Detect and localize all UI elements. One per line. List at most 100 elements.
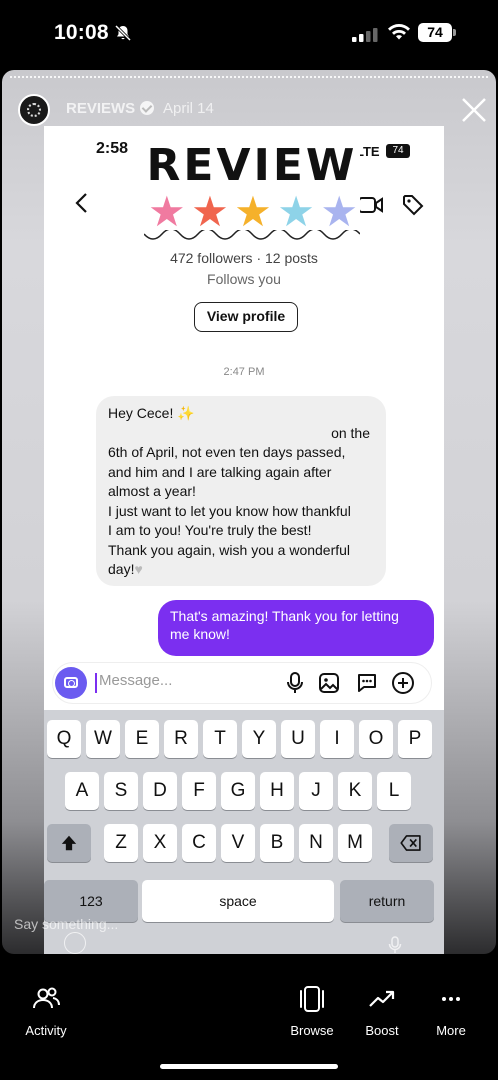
shift-arrow-icon [61, 835, 77, 851]
more-dots-icon [442, 997, 460, 1001]
home-indicator [160, 1064, 338, 1069]
microphone-icon[interactable] [388, 936, 402, 954]
key-u[interactable]: U [281, 720, 315, 758]
message-input[interactable]: Message... [99, 672, 172, 689]
key-y[interactable]: Y [242, 720, 276, 758]
view-profile-button[interactable]: View profile [194, 302, 298, 332]
key-n[interactable]: N [299, 824, 333, 862]
message-line: almost a year! [108, 483, 196, 499]
key-f[interactable]: F [182, 772, 216, 810]
trending-up-icon [369, 990, 395, 1007]
nav-label: Boost [365, 1023, 399, 1038]
tag-icon [403, 195, 424, 216]
story-reply-input[interactable]: Say something... [14, 916, 118, 932]
story-avatar[interactable] [18, 94, 50, 126]
follows-you-label: Follows you [207, 271, 281, 287]
inner-battery: 74 [386, 144, 410, 158]
key-s[interactable]: S [104, 772, 138, 810]
key-h[interactable]: H [260, 772, 294, 810]
video-call-icon [358, 197, 383, 213]
shift-key[interactable] [47, 824, 91, 862]
key-a[interactable]: A [65, 772, 99, 810]
key-p[interactable]: P [398, 720, 432, 758]
sticker-wavy-edge [144, 230, 360, 240]
sticker-title: REVIEW [146, 140, 358, 191]
key-b[interactable]: B [260, 824, 294, 862]
key-k[interactable]: K [338, 772, 372, 810]
key-l[interactable]: L [377, 772, 411, 810]
microphone-icon[interactable] [283, 671, 307, 695]
message-timestamp: 2:47 PM [223, 366, 265, 378]
incoming-message: Hey Cece! ✨ on the 6th of April, not eve… [96, 396, 386, 586]
key-d[interactable]: D [143, 772, 177, 810]
key-r[interactable]: R [164, 720, 198, 758]
outgoing-message: That's amazing! Thank you for letting me… [158, 600, 434, 656]
space-key[interactable]: space [142, 880, 334, 922]
camera-icon[interactable] [55, 667, 87, 699]
inner-status-time: 2:58 [96, 140, 129, 157]
emoji-icon[interactable] [64, 932, 86, 954]
followers-count: 472 followers · 12 posts [170, 250, 318, 266]
star-icon: ★ [191, 188, 229, 235]
star-icon: ★ [234, 188, 272, 235]
nav-label: Browse [290, 1023, 334, 1038]
backspace-icon [400, 835, 421, 851]
star-icon: ★ [320, 188, 358, 235]
gallery-icon[interactable] [317, 671, 341, 695]
key-v[interactable]: V [221, 824, 255, 862]
close-icon[interactable] [460, 96, 488, 124]
sparkles-icon: ✨ [177, 405, 195, 421]
message-line: I am to you! You're truly the best! [108, 522, 312, 538]
heart-icon: ♥ [134, 561, 143, 577]
nav-browse[interactable]: Browse [272, 984, 352, 1038]
text-cursor [95, 673, 97, 693]
browse-icon [300, 986, 324, 1012]
key-t[interactable]: T [203, 720, 237, 758]
return-key[interactable]: return [340, 880, 434, 922]
message-line: Hey Cece! [108, 405, 174, 421]
story-username[interactable]: REVIEWS [66, 100, 135, 117]
key-o[interactable]: O [359, 720, 393, 758]
cellular-signal-icon [352, 28, 378, 42]
star-rating: ★ ★ ★ ★ ★ [148, 190, 358, 234]
back-chevron-icon [75, 193, 87, 213]
star-icon: ★ [148, 188, 186, 235]
key-i[interactable]: I [320, 720, 354, 758]
bottom-navigation: Activity Browse Boost More [0, 954, 498, 1080]
nav-more[interactable]: More [411, 984, 491, 1038]
people-icon [33, 987, 60, 1009]
star-icon: ★ [277, 188, 315, 235]
message-line: and him and I are talking again after [108, 463, 332, 480]
wifi-icon [388, 24, 410, 40]
nav-label: Activity [25, 1023, 67, 1038]
key-c[interactable]: C [182, 824, 216, 862]
nav-boost[interactable]: Boost [342, 984, 422, 1038]
message-line: 6th of April, not even ten days passed, [108, 444, 346, 460]
story-viewer: REVIEWS April 14 2:58 LTE 74 REVIEW ★ ★ … [2, 70, 496, 954]
sticker-icon[interactable] [355, 671, 379, 695]
message-line: on the [331, 424, 370, 441]
key-j[interactable]: J [299, 772, 333, 810]
dm-screenshot: 2:58 L T E 74 REVIEW ★ ★ ★ ★ ★ 472 followe… [44, 126, 444, 954]
key-w[interactable]: W [86, 720, 120, 758]
key-e[interactable]: E [125, 720, 159, 758]
key-q[interactable]: Q [47, 720, 81, 758]
key-z[interactable]: Z [104, 824, 138, 862]
message-line: I just want to let you know how thankful [108, 502, 351, 519]
message-composer[interactable]: Message... [52, 662, 432, 704]
message-line: day! [108, 561, 135, 577]
story-date: April 14 [163, 100, 214, 117]
battery-indicator: 74 [418, 23, 456, 42]
backspace-key[interactable] [389, 824, 433, 862]
review-sticker: REVIEW ★ ★ ★ ★ ★ [144, 134, 360, 244]
story-progress-bar [10, 76, 488, 78]
nav-activity[interactable]: Activity [6, 984, 86, 1038]
message-line: Thank you again, wish you a wonderful [108, 541, 351, 558]
verified-badge-icon [140, 101, 154, 115]
add-plus-icon[interactable] [391, 671, 415, 695]
key-g[interactable]: G [221, 772, 255, 810]
bell-muted-icon [114, 24, 132, 42]
nav-label: More [436, 1023, 466, 1038]
key-m[interactable]: M [338, 824, 372, 862]
key-x[interactable]: X [143, 824, 177, 862]
